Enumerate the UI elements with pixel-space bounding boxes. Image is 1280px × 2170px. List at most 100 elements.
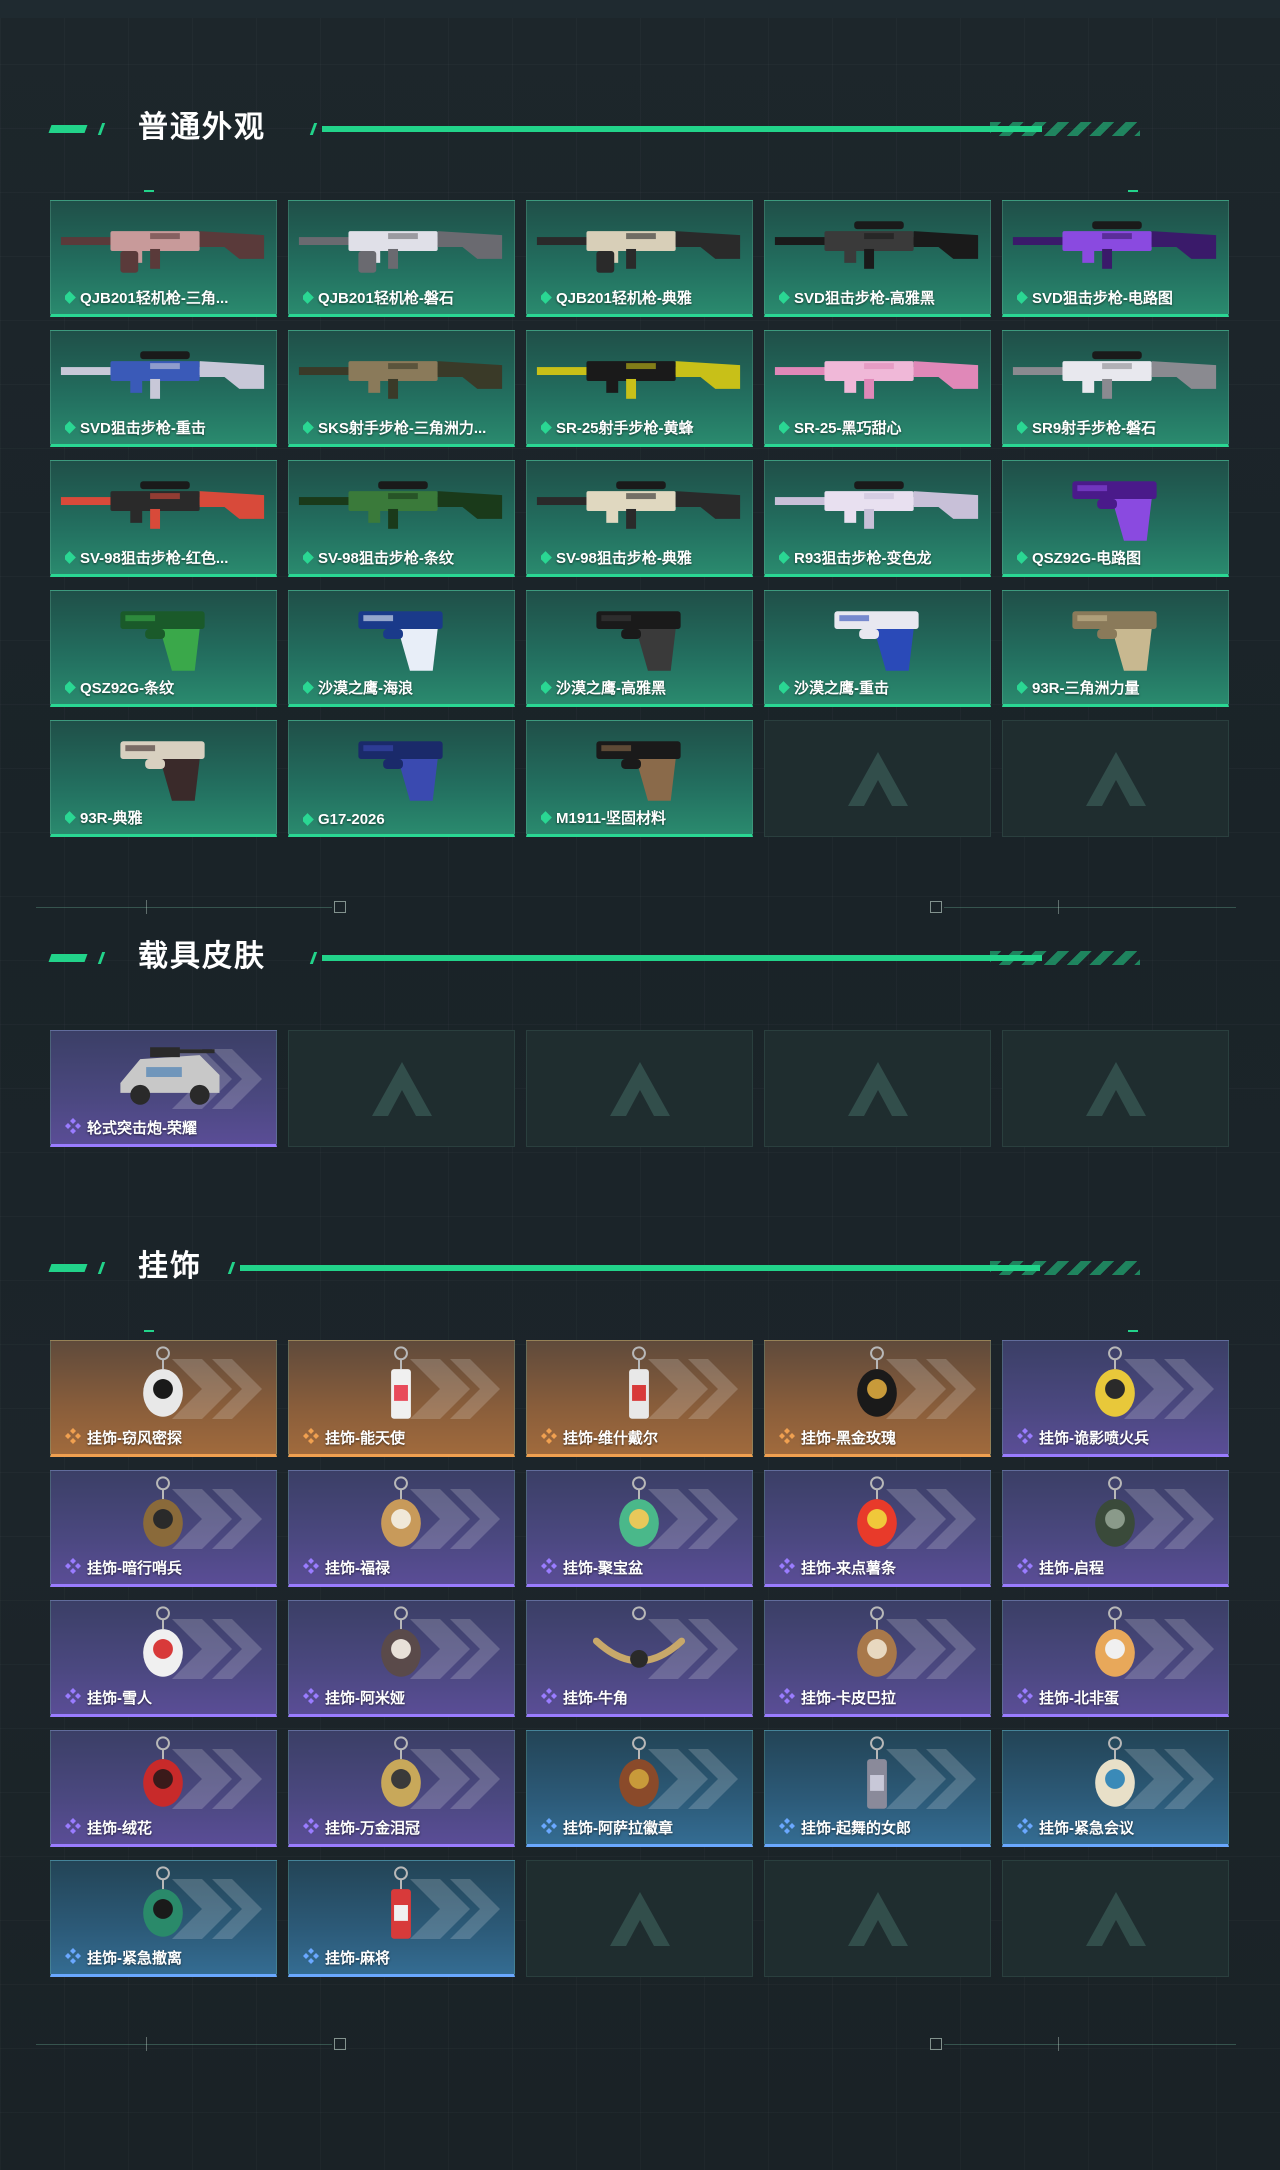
charm-card[interactable]: 挂饰-起舞的女郎 xyxy=(764,1730,991,1847)
weapon-skin-card[interactable]: 沙漠之鹰-重击 xyxy=(764,590,991,707)
item-name: 挂饰-起舞的女郎 xyxy=(801,1820,911,1837)
item-label-row: SR9射手步枪-磐石 xyxy=(1017,417,1222,438)
charm-card[interactable]: 挂饰-雪人 xyxy=(50,1600,277,1717)
rarity-diamond-icon xyxy=(65,291,76,304)
rarity-diamond-icon xyxy=(779,551,790,564)
weapon-skin-card[interactable]: SVD狙击步枪-电路图 xyxy=(1002,200,1229,317)
charm-card[interactable]: 挂饰-紧急撤离 xyxy=(50,1860,277,1977)
weapon-skin-card[interactable]: QJB201轻机枪-三角... xyxy=(50,200,277,317)
weapon-thumbnail xyxy=(596,611,681,671)
charm-card[interactable]: 挂饰-紧急会议 xyxy=(1002,1730,1229,1847)
charm-card[interactable]: 挂饰-聚宝盆 xyxy=(526,1470,753,1587)
rarity-diamond-icon xyxy=(541,811,552,824)
item-name: 挂饰-维什戴尔 xyxy=(563,1430,658,1447)
rarity-diamond-icon xyxy=(303,1817,319,1838)
charm-card[interactable]: 挂饰-牛角 xyxy=(526,1600,753,1717)
rarity-diamond-icon xyxy=(779,1687,795,1708)
charm-card[interactable]: 挂饰-来点薯条 xyxy=(764,1470,991,1587)
rarity-diamond-icon xyxy=(1017,291,1028,304)
rarity-diamond-icon xyxy=(541,1427,557,1448)
rarity-diamond-icon xyxy=(541,1557,557,1578)
weapon-skin-card[interactable]: 沙漠之鹰-高雅黑 xyxy=(526,590,753,707)
item-label-row: QJB201轻机枪-典雅 xyxy=(541,287,746,308)
charm-thumbnail xyxy=(391,1346,411,1419)
header-accent-mark xyxy=(97,123,106,135)
charm-card[interactable]: 挂饰-万金泪冠 xyxy=(288,1730,515,1847)
weapon-skin-card[interactable]: SR9射手步枪-磐石 xyxy=(1002,330,1229,447)
charm-card[interactable]: 挂饰-福禄 xyxy=(288,1470,515,1587)
empty-slot xyxy=(764,1030,991,1147)
charm-card[interactable]: 挂饰-麻将 xyxy=(288,1860,515,1977)
charm-card[interactable]: 挂饰-北非蛋 xyxy=(1002,1600,1229,1717)
empty-slot-logo-icon xyxy=(1085,1061,1146,1116)
weapon-skin-card[interactable]: SV-98狙击步枪-典雅 xyxy=(526,460,753,577)
weapon-skin-card[interactable]: SVD狙击步枪-高雅黑 xyxy=(764,200,991,317)
divider-ruler xyxy=(36,898,1236,918)
weapon-thumbnail xyxy=(774,481,979,529)
item-name: SKS射手步枪-三角洲力... xyxy=(318,420,487,437)
header-line xyxy=(322,955,1042,961)
header-line xyxy=(322,126,1042,132)
rarity-diamond-icon xyxy=(1017,1557,1033,1578)
item-name: 挂饰-北非蛋 xyxy=(1039,1690,1119,1707)
item-name: 挂饰-诡影喷火兵 xyxy=(1039,1430,1149,1447)
weapon-skin-card[interactable]: 93R-典雅 xyxy=(50,720,277,837)
item-name: 挂饰-紧急会议 xyxy=(1039,1820,1134,1837)
weapon-thumbnail xyxy=(536,361,741,399)
charm-card[interactable]: 挂饰-暗行哨兵 xyxy=(50,1470,277,1587)
weapon-skin-card[interactable]: 93R-三角洲力量 xyxy=(1002,590,1229,707)
item-name: 挂饰-阿萨拉徽章 xyxy=(563,1820,673,1837)
rarity-diamond-icon xyxy=(541,291,552,304)
charm-card[interactable]: 挂饰-阿米娅 xyxy=(288,1600,515,1717)
charm-card[interactable]: 挂饰-绒花 xyxy=(50,1730,277,1847)
weapon-skin-card[interactable]: 沙漠之鹰-海浪 xyxy=(288,590,515,707)
charm-card[interactable]: 挂饰-阿萨拉徽章 xyxy=(526,1730,753,1847)
header-accent-bar xyxy=(48,954,88,962)
weapon-skin-card[interactable]: SR-25-黑巧甜心 xyxy=(764,330,991,447)
item-name: QJB201轻机枪-磐石 xyxy=(318,290,454,307)
charm-card[interactable]: 挂饰-窃风密探 xyxy=(50,1340,277,1457)
charm-thumbnail xyxy=(857,1346,897,1417)
charm-card[interactable]: 挂饰-启程 xyxy=(1002,1470,1229,1587)
item-label-row: 沙漠之鹰-高雅黑 xyxy=(541,677,746,698)
charm-card[interactable]: 挂饰-卡皮巴拉 xyxy=(764,1600,991,1717)
weapon-thumbnail xyxy=(1072,611,1157,671)
weapon-skin-card[interactable]: SVD狙击步枪-重击 xyxy=(50,330,277,447)
weapon-skin-card[interactable]: SKS射手步枪-三角洲力... xyxy=(288,330,515,447)
vehicle-skin-card[interactable]: 轮式突击炮-荣耀 xyxy=(50,1030,277,1147)
empty-slot-logo-icon xyxy=(1085,751,1146,806)
weapon-skin-card[interactable]: QSZ92G-条纹 xyxy=(50,590,277,707)
weapon-skin-card[interactable]: QJB201轻机枪-典雅 xyxy=(526,200,753,317)
item-name: QJB201轻机枪-典雅 xyxy=(556,290,692,307)
header-accent-mark xyxy=(97,952,106,964)
charm-card[interactable]: 挂饰-诡影喷火兵 xyxy=(1002,1340,1229,1457)
weapon-skin-card[interactable]: M1911-坚固材料 xyxy=(526,720,753,837)
empty-slot-logo-icon xyxy=(847,1061,908,1116)
charm-card[interactable]: 挂饰-黑金玫瑰 xyxy=(764,1340,991,1457)
item-label-row: SKS射手步枪-三角洲力... xyxy=(303,417,508,438)
item-name: SR-25-黑巧甜心 xyxy=(794,420,902,437)
weapon-skin-card[interactable]: SV-98狙击步枪-红色... xyxy=(50,460,277,577)
rarity-diamond-icon xyxy=(65,1557,81,1578)
item-label-row: 挂饰-北非蛋 xyxy=(1017,1687,1222,1708)
section-title-weapons: 普通外观 xyxy=(138,111,266,144)
weapon-skin-card[interactable]: QJB201轻机枪-磐石 xyxy=(288,200,515,317)
empty-slot-logo-icon xyxy=(609,1061,670,1116)
weapon-thumbnail xyxy=(120,611,205,671)
charm-thumbnail xyxy=(857,1606,897,1677)
empty-slot-logo-icon xyxy=(609,1891,670,1946)
weapon-thumbnail xyxy=(298,231,503,273)
weapon-skin-card[interactable]: SV-98狙击步枪-条纹 xyxy=(288,460,515,577)
charm-thumbnail xyxy=(143,1866,183,1937)
weapon-skin-card[interactable]: SR-25射手步枪-黄蜂 xyxy=(526,330,753,447)
weapon-thumbnail xyxy=(358,611,443,671)
weapon-skin-card[interactable]: R93狙击步枪-变色龙 xyxy=(764,460,991,577)
charm-card[interactable]: 挂饰-维什戴尔 xyxy=(526,1340,753,1457)
section-title-vehicles: 载具皮肤 xyxy=(138,940,266,973)
charm-thumbnail xyxy=(857,1476,897,1547)
weapon-skin-card[interactable]: G17-2026 xyxy=(288,720,515,837)
item-name: 沙漠之鹰-重击 xyxy=(794,680,889,697)
empty-slot xyxy=(764,720,991,837)
weapon-skin-card[interactable]: QSZ92G-电路图 xyxy=(1002,460,1229,577)
charm-card[interactable]: 挂饰-能天使 xyxy=(288,1340,515,1457)
